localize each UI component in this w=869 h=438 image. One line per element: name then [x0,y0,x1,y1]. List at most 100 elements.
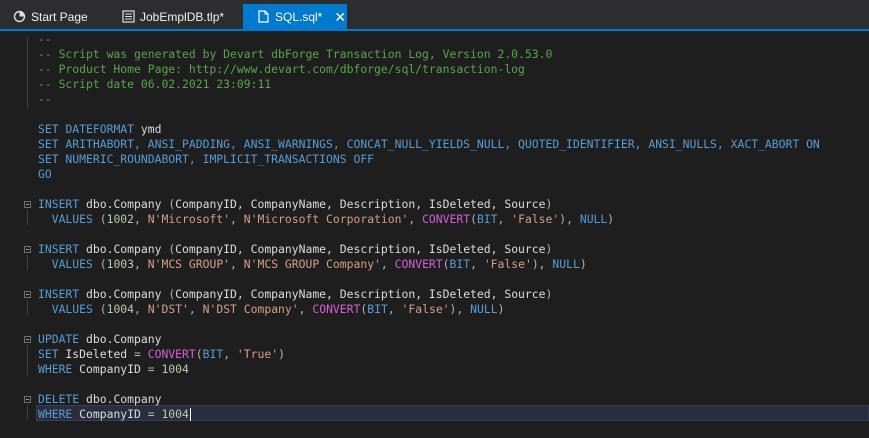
close-tab-icon[interactable]: ✕ [334,10,346,24]
code-token: -- Script was generated by Devart dbForg… [38,47,553,61]
code-line[interactable]: VALUES (1004, N'DST', N'DST Company', CO… [38,302,505,317]
code-token: , [188,302,203,316]
code-token: ) [497,302,505,316]
code-token: , [408,212,423,226]
tab-sql[interactable]: SQL.sql* ✕ [243,4,347,29]
code-line[interactable]: -- [38,32,52,47]
code-token: BIT [476,212,498,226]
fold-toggle-icon[interactable] [24,246,31,253]
code-line[interactable]: DELETE dbo.Company [38,392,161,407]
code-token: VALUES [38,302,93,316]
fold-guide [27,405,28,420]
code-line[interactable]: SET ARITHABORT, ANSI_PADDING, ANSI_WARNI… [38,137,820,152]
code-token: dbo.Company [79,242,169,256]
code-token: N'MCS GROUP Company' [243,257,381,271]
code-token: dbo.Company [79,392,162,406]
code-token: = [147,407,162,421]
code-token: -- [38,92,52,106]
code-line[interactable]: INSERT dbo.Company (CompanyID, CompanyNa… [38,287,552,302]
code-token: CONVERT [422,212,471,226]
code-line[interactable]: WHERE CompanyID = 1004 [38,407,191,422]
code-line[interactable]: -- Script date 06.02.2021 23:09:11 [38,77,271,92]
code-token: = [147,362,162,376]
code-token: NULL [579,212,608,226]
code-token: SET [38,122,59,136]
code-line[interactable]: -- Script was generated by Devart dbForg… [38,47,552,62]
code-token: BIT [367,302,388,316]
text-cursor [189,408,191,421]
code-line[interactable]: SET IsDeleted = CONVERT(BIT, 'True') [38,347,285,362]
code-token: dbo.Company [79,197,169,211]
code-token: ( [92,302,107,316]
code-line[interactable]: INSERT dbo.Company (CompanyID, CompanyNa… [38,242,552,257]
code-line[interactable]: -- Product Home Page: http://www.devart.… [38,62,525,77]
code-token: CompanyID [72,407,148,421]
fold-guide [27,300,28,315]
transaction-log-icon [121,10,135,24]
code-token: N'MCS GROUP' [147,257,231,271]
code-token: ( [470,212,477,226]
code-token: WHERE [38,362,73,376]
code-token: CONVERT [394,257,443,271]
code-token: , [134,212,148,226]
fold-toggle-icon[interactable] [24,201,31,208]
code-token: DATEFORMAT [65,122,135,136]
code-token: ), [531,257,553,271]
code-token: BIT [202,347,224,361]
fold-toggle-icon[interactable] [24,396,31,403]
fold-guide [27,37,28,109]
code-token: ( [92,212,107,226]
editor-window: Start Page JobEmplDB.tlp* SQL.sql* ✕ -- - [0,0,869,438]
code-line[interactable]: WHERE CompanyID = 1004 [38,362,189,377]
code-line[interactable]: VALUES (1002, N'Microsoft', N'Microsoft … [38,212,614,227]
code-token: , [470,257,484,271]
fold-guide [27,345,28,375]
code-token: ) [278,347,285,361]
tab-start-page[interactable]: Start Page [12,4,88,29]
tab-label: SQL.sql* [275,9,323,24]
code-line[interactable]: -- [38,92,52,107]
code-token: 'False' [511,212,560,226]
code-token: 1004 [106,302,135,316]
fold-toggle-icon[interactable] [24,336,31,343]
code-token: VALUES [38,257,93,271]
fold-guide [27,255,28,270]
sql-editor[interactable]: -- -- Script was generated by Devart dbFo… [0,31,869,438]
code-token: 1002 [106,212,135,226]
code-line[interactable]: SET NUMERIC_ROUNDABORT, IMPLICIT_TRANSAC… [38,152,374,167]
tab-label: Start Page [31,9,88,24]
code-token: INSERT [38,242,80,256]
code-token: ) [545,287,553,301]
code-token: N'DST Company' [202,302,299,316]
start-page-icon [12,10,26,24]
code-token: , [223,347,237,361]
code-token: NULL [552,257,580,271]
code-token: , [230,212,244,226]
code-line[interactable]: VALUES (1003, N'MCS GROUP', N'MCS GROUP … [38,257,587,272]
code-token: 1003 [106,257,135,271]
code-token: , [134,257,148,271]
document-tab-bar: Start Page JobEmplDB.tlp* SQL.sql* ✕ [0,0,869,31]
code-token: ) [607,212,615,226]
code-token: -- [38,32,52,46]
code-line[interactable]: UPDATE dbo.Company [38,332,161,347]
fold-toggle-icon[interactable] [24,291,31,298]
code-token: dbo.Company [79,332,162,346]
code-token: WHERE [38,407,73,421]
code-token: , [380,257,395,271]
tab-label: JobEmplDB.tlp* [140,9,225,24]
code-token: 1004 [161,362,189,376]
code-token: VALUES [38,212,93,226]
code-token: 1004 [161,407,189,421]
code-token: ( [195,347,203,361]
code-token: , [134,302,148,316]
code-token: CompanyID, CompanyName, Description, IsD… [175,197,546,211]
code-token: CONVERT [312,302,361,316]
code-token: 'True' [236,347,279,361]
code-line[interactable]: GO [38,167,52,182]
code-token: CompanyID, CompanyName, Description, IsD… [175,242,546,256]
code-token: NULL [470,302,498,316]
code-line[interactable]: INSERT dbo.Company (CompanyID, CompanyNa… [38,197,552,212]
code-line[interactable]: SET DATEFORMAT ymd [38,122,161,137]
tab-jobempldb[interactable]: JobEmplDB.tlp* [121,4,224,29]
